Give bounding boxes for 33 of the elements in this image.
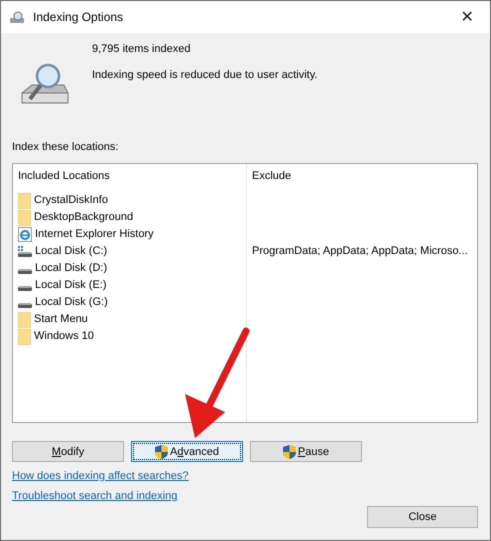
browser-icon (18, 227, 32, 242)
exclude-cell-text: ProgramData; AppData; AppData; Microso... (252, 244, 469, 259)
indexing-status-message: Indexing speed is reduced due to user activity. (92, 69, 318, 81)
folder-icon (18, 192, 31, 208)
folder-icon (18, 210, 31, 226)
location-name[interactable]: Local Disk (D:) (35, 260, 108, 277)
drive-icon (18, 269, 32, 274)
location-name[interactable]: Local Disk (G:) (35, 294, 108, 311)
help-link[interactable]: How does indexing affect searches? (12, 470, 189, 482)
locations-label: Index these locations: (12, 141, 120, 153)
location-name[interactable]: Internet Explorer History (35, 226, 154, 243)
column-header[interactable]: Exclude (252, 170, 477, 192)
close-button[interactable]: ✕ (452, 2, 482, 32)
location-name[interactable]: Local Disk (C:) (35, 243, 108, 260)
column-header[interactable]: Included Locations (18, 170, 246, 192)
items-indexed-count: 9,795 items indexed (92, 43, 192, 55)
help-link[interactable]: Troubleshoot search and indexing (12, 490, 178, 502)
location-name[interactable]: Local Disk (E:) (35, 277, 107, 294)
search-drive-icon (9, 10, 25, 24)
window-title: Indexing Options (33, 10, 124, 24)
location-name[interactable]: CrystalDiskInfo (34, 192, 108, 209)
close-dialog-button[interactable]: Close (367, 506, 478, 528)
shield-button[interactable]: Advanced (131, 441, 243, 462)
location-name[interactable]: DesktopBackground (34, 209, 134, 226)
folder-icon (18, 328, 31, 344)
drive-icon (18, 303, 32, 308)
folder-icon (18, 312, 31, 328)
action-button[interactable]: Modify (12, 441, 124, 462)
shield-button[interactable]: Pause (250, 441, 362, 462)
location-name[interactable]: Windows 10 (34, 328, 94, 345)
system-drive-icon (18, 246, 32, 258)
drive-icon (18, 286, 32, 291)
location-name[interactable]: Start Menu (34, 311, 88, 328)
